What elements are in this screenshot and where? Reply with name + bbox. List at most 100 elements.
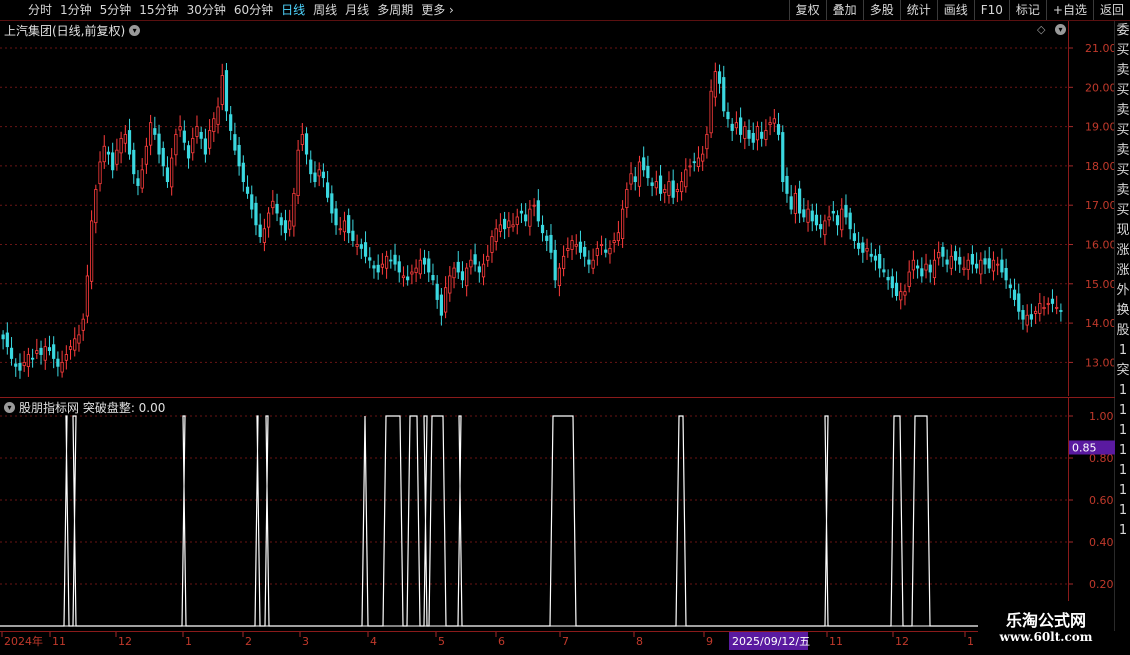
candle bbox=[675, 183, 679, 203]
candlestick-chart[interactable] bbox=[0, 21, 1068, 396]
candlestick-panel[interactable]: 上汽集团(日线,前复权) ▾ ◇ ▾ bbox=[0, 21, 1068, 396]
candle bbox=[924, 253, 928, 279]
period-button-1[interactable]: 1分钟 bbox=[56, 0, 96, 20]
diamond-icon[interactable]: ◇ bbox=[1037, 23, 1045, 36]
candle bbox=[304, 127, 309, 165]
candle bbox=[220, 63, 224, 111]
candle bbox=[439, 288, 443, 326]
candle bbox=[587, 250, 591, 274]
toolbar-button-2[interactable]: 多股 bbox=[862, 0, 900, 20]
candle bbox=[975, 252, 979, 274]
candle bbox=[5, 322, 9, 355]
candle bbox=[654, 170, 658, 196]
toolbar-button-5[interactable]: F10 bbox=[973, 0, 1009, 20]
period-button-4[interactable]: 30分钟 bbox=[183, 0, 230, 20]
candle bbox=[633, 166, 637, 191]
candle bbox=[962, 256, 966, 276]
candle bbox=[781, 125, 785, 192]
period-button-7[interactable]: 周线 bbox=[309, 0, 341, 20]
toolbar-button-4[interactable]: 画线 bbox=[936, 0, 974, 20]
candle bbox=[271, 190, 275, 215]
period-button-10[interactable]: 更多 › bbox=[417, 0, 458, 20]
side-strip-char: 买 bbox=[1116, 43, 1130, 58]
period-button-2[interactable]: 5分钟 bbox=[96, 0, 136, 20]
candle bbox=[785, 167, 789, 203]
side-strip-char: 买 bbox=[1116, 163, 1130, 178]
candle bbox=[300, 123, 304, 152]
candle bbox=[14, 358, 18, 377]
toolbar-button-1[interactable]: 叠加 bbox=[825, 0, 863, 20]
candle bbox=[224, 63, 229, 122]
period-button-6[interactable]: 日线 bbox=[277, 0, 309, 20]
candle bbox=[705, 126, 709, 159]
candle bbox=[494, 219, 498, 251]
indicator-chart[interactable] bbox=[0, 398, 1068, 632]
toolbar-button-7[interactable]: +自选 bbox=[1045, 0, 1093, 20]
indicator-panel[interactable]: ▾ 股朋指标网 突破盘整: 0.00 bbox=[0, 397, 1068, 632]
indicator-dropdown-icon[interactable]: ▾ bbox=[4, 402, 15, 413]
candle bbox=[22, 350, 26, 372]
candle bbox=[368, 247, 372, 269]
candle bbox=[258, 213, 262, 243]
date-tick-label: 12 bbox=[895, 635, 909, 648]
candle bbox=[701, 145, 705, 171]
candle bbox=[1017, 283, 1021, 320]
candle bbox=[734, 111, 738, 135]
candle bbox=[916, 259, 920, 279]
candle bbox=[68, 339, 73, 360]
candle bbox=[570, 235, 574, 260]
candle bbox=[835, 210, 840, 236]
period-button-5[interactable]: 60分钟 bbox=[230, 0, 277, 20]
date-tick-label: 5 bbox=[438, 635, 445, 648]
price-tick-label: 13.00 bbox=[1085, 356, 1115, 369]
candle bbox=[722, 65, 726, 117]
side-strip-char: 卖 bbox=[1116, 63, 1130, 78]
candle bbox=[503, 211, 507, 239]
candle bbox=[267, 207, 271, 238]
candle bbox=[127, 118, 132, 160]
candle bbox=[94, 184, 98, 234]
period-button-8[interactable]: 月线 bbox=[341, 0, 373, 20]
candle bbox=[275, 193, 279, 222]
candle bbox=[827, 205, 831, 227]
candle bbox=[519, 203, 524, 224]
quote-side-strip[interactable]: 委买卖买卖买卖买卖买现涨涨外换股1突11111111 bbox=[1114, 21, 1130, 631]
candle bbox=[802, 198, 806, 223]
candle bbox=[869, 242, 873, 263]
candle bbox=[840, 198, 844, 238]
candle bbox=[203, 128, 207, 163]
candle bbox=[199, 126, 203, 149]
side-strip-char: 买 bbox=[1116, 123, 1130, 138]
site-watermark: 乐淘公式网 www.60lt.com bbox=[978, 601, 1114, 650]
candle bbox=[191, 127, 195, 161]
candle bbox=[250, 185, 254, 219]
candle bbox=[56, 351, 60, 377]
settings-icon[interactable]: ▾ bbox=[1055, 24, 1066, 35]
toolbar-button-3[interactable]: 统计 bbox=[899, 0, 937, 20]
candle bbox=[873, 248, 878, 271]
date-tick-label: 11 bbox=[829, 635, 843, 648]
candle bbox=[768, 116, 772, 136]
right-button-group: 复权 叠加 多股 统计 画线 F10 标记 +自选 返回 bbox=[788, 0, 1130, 20]
candle bbox=[241, 155, 245, 192]
candle bbox=[810, 203, 814, 232]
side-strip-char: 卖 bbox=[1116, 103, 1130, 118]
indicator-tick-label: 0.60 bbox=[1089, 494, 1114, 507]
candle bbox=[507, 212, 511, 238]
toolbar-button-6[interactable]: 标记 bbox=[1008, 0, 1046, 20]
candle bbox=[549, 224, 553, 260]
dropdown-icon[interactable]: ▾ bbox=[129, 25, 141, 36]
toolbar-button-0[interactable]: 复权 bbox=[788, 0, 826, 20]
period-button-3[interactable]: 15分钟 bbox=[135, 0, 182, 20]
candle bbox=[886, 269, 890, 290]
date-tick-label: 3 bbox=[302, 635, 309, 648]
candle bbox=[616, 220, 620, 246]
period-button-0[interactable]: 分时 bbox=[24, 0, 56, 20]
candle bbox=[1000, 248, 1004, 278]
candle bbox=[245, 175, 250, 199]
toolbar-button-8[interactable]: 返回 bbox=[1092, 0, 1130, 20]
candle bbox=[144, 137, 148, 174]
candle bbox=[751, 122, 755, 150]
candle bbox=[9, 337, 14, 366]
period-button-9[interactable]: 多周期 bbox=[373, 0, 417, 20]
